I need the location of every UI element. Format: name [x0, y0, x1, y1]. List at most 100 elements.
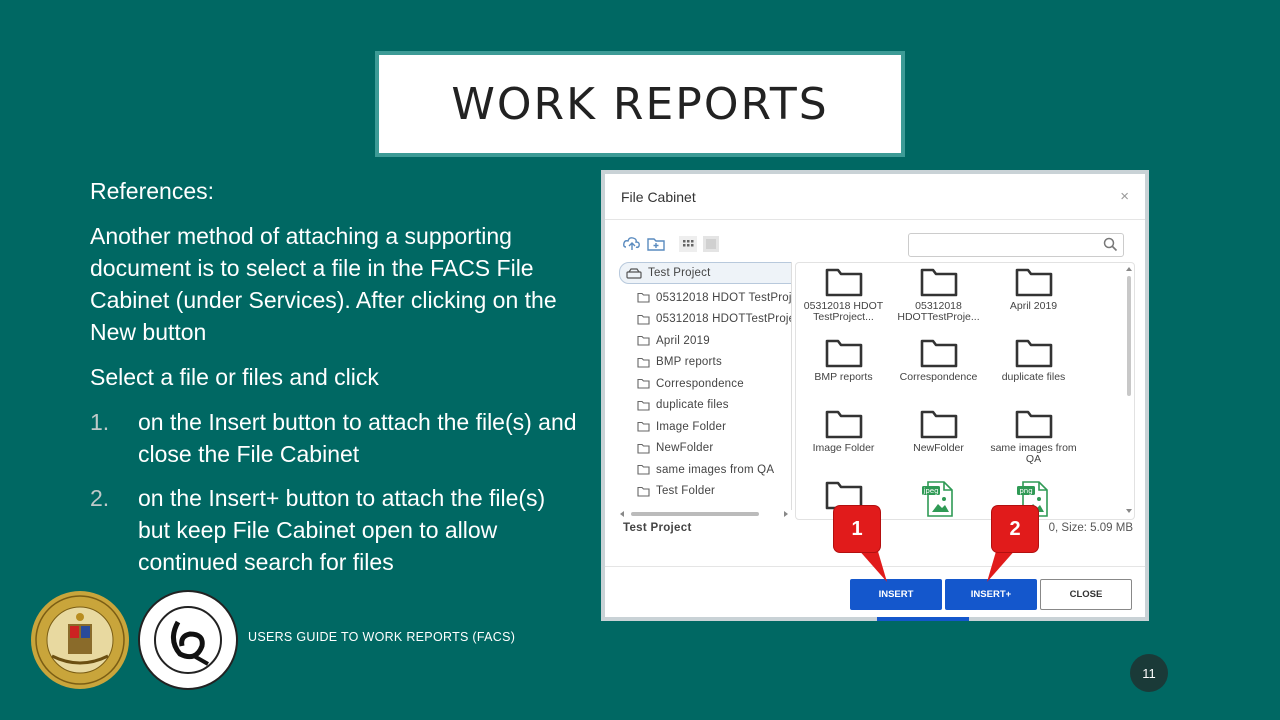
grid-item-label: BMP reports — [814, 371, 873, 383]
close-icon[interactable]: × — [1120, 188, 1129, 205]
grid-item[interactable]: Image Folder — [796, 405, 891, 476]
upload-icon[interactable] — [623, 236, 641, 252]
tree-item[interactable]: Correspondence — [619, 373, 791, 395]
dialog-toolbar — [623, 236, 719, 252]
search-field[interactable] — [908, 233, 1124, 257]
callout-2-badge: 2 — [992, 506, 1038, 552]
folder-icon — [637, 465, 650, 475]
file-type-badge: png — [1019, 487, 1032, 495]
step-text: on the Insert button to attach the file(… — [138, 409, 577, 467]
list-view-icon[interactable] — [703, 236, 719, 252]
grid-item[interactable]: 05312018 HDOT TestProject... — [796, 263, 891, 334]
status-size: 0, Size: 5.09 MB — [1048, 522, 1133, 534]
folder-icon — [637, 314, 650, 325]
tree-item[interactable]: same images from QA — [619, 459, 791, 481]
step-item: 1. on the Insert button to attach the fi… — [90, 406, 580, 470]
folder-icon — [637, 379, 650, 389]
folder-icon — [920, 339, 957, 368]
tree-item-label: Test Project — [648, 267, 711, 279]
slide-body: References: Another method of attaching … — [90, 175, 580, 590]
step-number: 2. — [90, 485, 110, 511]
file-grid: 05312018 HDOT TestProject... 05312018 HDO… — [795, 262, 1135, 520]
file-type-badge: jpeg — [922, 487, 938, 495]
step-item: 2. on the Insert+ button to attach the f… — [90, 482, 580, 578]
search-input[interactable] — [913, 234, 1097, 256]
grid-item[interactable]: 05312018 HDOTTestProje... — [891, 263, 986, 334]
intro-paragraph: Another method of attaching a supporting… — [90, 223, 557, 345]
grid-item[interactable]: jpeg — [891, 476, 986, 519]
grid-item[interactable]: BMP reports — [796, 334, 891, 405]
folder-icon — [825, 268, 862, 297]
tree-root-test-project[interactable]: Test Project — [619, 262, 791, 284]
tree-item[interactable]: Test Folder — [619, 481, 791, 503]
grid-item-label: April 2019 — [1009, 300, 1058, 312]
tree-item-label: duplicate files — [656, 399, 729, 412]
grid-item-label: Correspondence — [899, 371, 978, 383]
tree-item-label: Image Folder — [656, 420, 727, 433]
grid-view-icon[interactable] — [679, 236, 697, 252]
folder-icon — [637, 486, 650, 497]
folder-icon — [637, 336, 650, 346]
grid-item[interactable]: April 2019 — [986, 263, 1081, 334]
folder-icon — [825, 410, 862, 439]
grid-item-label: Image Folder — [812, 442, 875, 454]
grid-item[interactable]: NewFolder — [891, 405, 986, 476]
grid-item-label: same images from QA — [990, 442, 1077, 465]
folder-icon — [920, 410, 957, 439]
button-underline — [877, 617, 969, 621]
grid-item-label: 05312018 HDOT TestProject... — [803, 300, 884, 323]
tree-item[interactable]: NewFolder — [619, 438, 791, 460]
tree-item[interactable]: BMP reports — [619, 352, 791, 374]
state-of-hawaii-seal-icon — [31, 591, 129, 689]
tree-item[interactable]: Image Folder — [619, 416, 791, 438]
tree-item-label: 05312018 HDOTTestProje — [656, 313, 792, 326]
grid-vertical-scrollbar[interactable] — [1125, 266, 1133, 514]
tree-item-label: April 2019 — [656, 334, 710, 347]
tree-item[interactable]: 05312018 HDOTTestProje — [619, 309, 791, 331]
drive-icon — [626, 267, 642, 279]
dialog-title: File Cabinet — [621, 188, 696, 205]
grid-item[interactable]: same images from QA — [986, 405, 1081, 476]
step-text: on the Insert+ button to attach the file… — [138, 485, 546, 575]
folder-icon — [920, 268, 957, 297]
slide-title-box: WORK REPORTS — [375, 51, 905, 157]
tree-item-label: Test Folder — [656, 485, 716, 498]
tree-item-label: BMP reports — [656, 356, 722, 369]
search-icon[interactable] — [1103, 237, 1118, 252]
folder-icon — [825, 339, 862, 368]
folder-icon — [637, 443, 650, 454]
select-line: Select a file or files and click — [90, 364, 379, 390]
tree-horizontal-scrollbar[interactable] — [619, 510, 789, 518]
tree-item-label: Correspondence — [656, 377, 744, 390]
tree-item[interactable]: April 2019 — [619, 330, 791, 352]
folder-icon — [637, 357, 650, 368]
steps-list: 1. on the Insert button to attach the fi… — [90, 406, 580, 578]
references-label: References: — [90, 178, 215, 204]
grid-item-label: 05312018 HDOTTestProje... — [897, 300, 980, 323]
folder-icon — [1015, 410, 1052, 439]
callout-1-pointer — [857, 548, 887, 582]
folder-icon — [637, 400, 650, 411]
tree-item-label: NewFolder — [656, 442, 714, 455]
folder-icon — [637, 293, 650, 303]
folder-icon — [1015, 339, 1052, 368]
folder-icon — [637, 422, 650, 432]
department-of-transportation-seal-icon — [138, 590, 238, 690]
tree-item[interactable]: 05312018 HDOT TestProje — [619, 287, 791, 309]
status-location: Test Project — [623, 522, 692, 534]
dialog-header: File Cabinet × — [605, 174, 1145, 220]
jpeg-file-icon: jpeg — [921, 481, 953, 517]
new-folder-icon[interactable] — [647, 236, 665, 252]
grid-item-label: duplicate files — [1001, 371, 1066, 383]
folder-icon — [1015, 268, 1052, 297]
step-number: 1. — [90, 409, 110, 435]
tree-item-label: 05312018 HDOT TestProje — [656, 291, 792, 304]
tree-item-label: same images from QA — [656, 463, 775, 476]
slide-title: WORK REPORTS — [451, 78, 829, 130]
grid-item[interactable]: duplicate files — [986, 334, 1081, 405]
callout-2-pointer — [987, 548, 1017, 582]
grid-item[interactable]: Correspondence — [891, 334, 986, 405]
folder-tree: Test Project 05312018 HDOT TestProje 053… — [619, 262, 792, 510]
tree-item[interactable]: duplicate files — [619, 395, 791, 417]
close-button[interactable]: CLOSE — [1040, 579, 1132, 610]
